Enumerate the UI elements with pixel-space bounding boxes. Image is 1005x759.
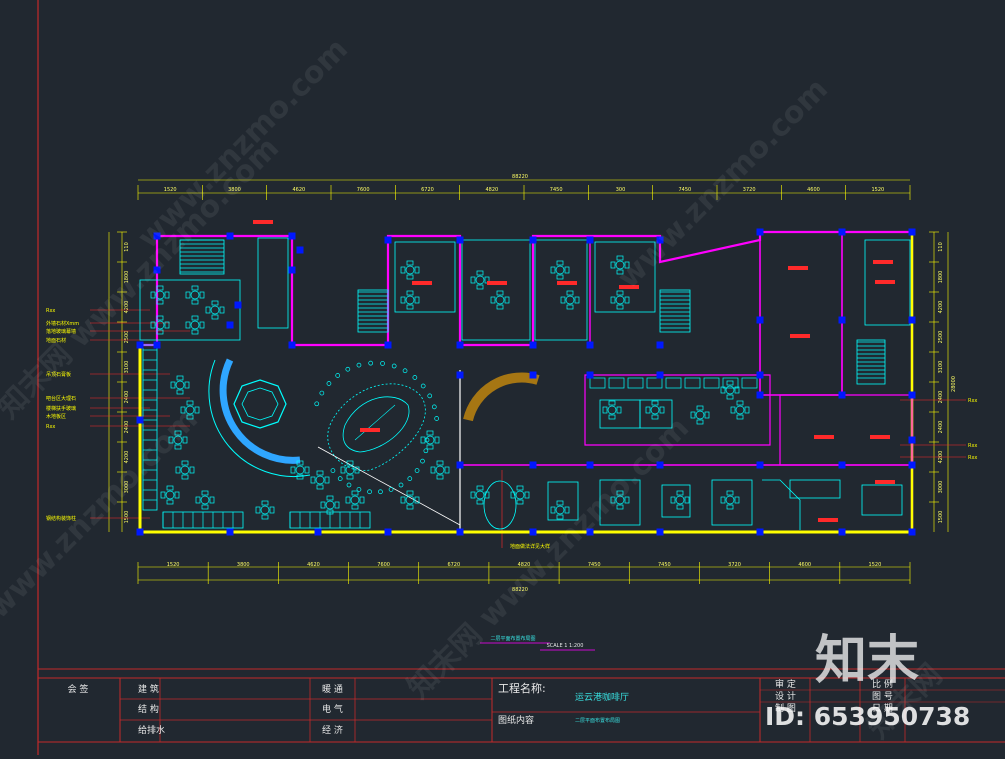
bottom-dim-7: 7450 (658, 562, 671, 568)
right-dim-9: 1500 (938, 511, 944, 524)
drawing-content-label: 图纸内容 (498, 714, 534, 726)
bottom-dim-3: 7600 (377, 562, 390, 568)
left-dim-9: 1500 (124, 511, 130, 524)
right-dim-8: 3000 (938, 481, 944, 494)
row-left-1: 结 构 (138, 703, 159, 715)
approve-label: 会 签 (68, 683, 89, 695)
cad-drawing-viewport[interactable]: 88220 88220 28000 1520 3800 4620 7600 6720 48… (0, 0, 1005, 755)
drawing-content: 二层平面布置布局图 (575, 717, 620, 724)
project-name: 运云港咖啡厅 (575, 691, 629, 703)
right-dim-6: 2400 (938, 421, 944, 434)
left-note-8: Rxx (46, 424, 55, 430)
left-dim-0: 110 (124, 242, 130, 252)
left-note-7: 木地板区 (46, 413, 66, 420)
right-row-0: 审 定 (775, 678, 796, 690)
row-left-2: 给排水 (138, 724, 165, 736)
left-dim-6: 2400 (124, 421, 130, 434)
top-dim-4: 6720 (421, 187, 434, 193)
right-row-1: 设 计 (775, 690, 796, 702)
left-dim-3: 2500 (124, 331, 130, 344)
right-dim-0: 110 (938, 242, 944, 252)
right-dim-2: 4200 (938, 301, 944, 314)
top-dim-2: 4620 (292, 187, 305, 193)
left-dim-5: 2400 (124, 391, 130, 404)
plan-caption-group: 二层平面布置布局图 SCALE 1 1:200 (480, 635, 595, 651)
row-mid-0: 暖 通 (322, 683, 343, 695)
plan-caption: 二层平面布置布局图 (490, 635, 535, 642)
top-dim-7: 300 (616, 187, 626, 193)
left-note-5: 吧台区大理石 (46, 395, 76, 402)
top-dim-10: 4600 (807, 187, 820, 193)
overall-dim-right: 28000 (951, 376, 957, 392)
bottom-dim-6: 7450 (588, 562, 601, 568)
top-dim-6: 7450 (550, 187, 563, 193)
bottom-dim-8: 3720 (728, 562, 741, 568)
bottom-dim-1: 3800 (237, 562, 250, 568)
right-dim-3: 2500 (938, 331, 944, 344)
row-left-0: 建 筑 (138, 683, 159, 695)
right-note-0: Rxx (968, 398, 977, 404)
bottom-dim-2: 4620 (307, 562, 320, 568)
watermark-diag-4: www.znzmo.com (0, 402, 205, 626)
watermark-diag-2: www.znzmo.com (611, 72, 835, 296)
floor-plan-canvas: 88220 88220 28000 1520 3800 4620 7600 6720 48… (0, 0, 1005, 755)
watermark-logo: 知末 (815, 631, 919, 691)
bottom-dim-4: 6720 (447, 562, 460, 568)
watermark-diag-0: www.znzmo.com (131, 32, 355, 256)
top-dim-3: 7600 (357, 187, 370, 193)
bottom-dim-9: 4600 (798, 562, 811, 568)
top-dim-9: 3720 (743, 187, 756, 193)
watermark-id: ID: 653950738 (765, 702, 970, 731)
right-note-2: Rxx (968, 455, 977, 461)
row-mid-2: 经 济 (322, 724, 343, 736)
right-dim-4: 3100 (938, 361, 944, 374)
project-name-label: 工程名称: (498, 681, 546, 695)
bottom-dim-10: 1520 (869, 562, 882, 568)
left-dim-4: 3100 (124, 361, 130, 374)
watermark-diag-3: 知末网 www.znzmo.com (401, 411, 696, 706)
left-note-6: 楼梯扶手玻璃 (46, 405, 76, 412)
chairs-and-tables (143, 239, 885, 528)
scale-text: SCALE 1 1:200 (547, 643, 584, 649)
top-dim-11: 1520 (871, 187, 884, 193)
furniture-layout (139, 237, 911, 530)
right-note-1: Rxx (968, 443, 977, 449)
right-dim-5: 2400 (938, 391, 944, 404)
bottom-dim-0: 1520 (167, 562, 180, 568)
row-mid-1: 电 气 (322, 703, 343, 715)
top-dim-5: 4820 (485, 187, 498, 193)
left-note-0: Rxx (46, 308, 55, 314)
overall-dim-top: 88220 (512, 174, 528, 180)
right-dim-1: 1800 (938, 271, 944, 284)
